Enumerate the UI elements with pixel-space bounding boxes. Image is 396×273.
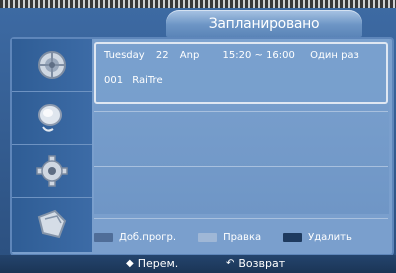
sidebar-item-channel[interactable]: [12, 39, 92, 92]
entry-time: 15:20 ~ 16:00: [222, 50, 295, 61]
sidebar-item-setup[interactable]: [12, 145, 92, 198]
list-divider: [94, 166, 388, 167]
move-label: Перем.: [137, 257, 179, 270]
satellite-dish-icon: [38, 51, 66, 79]
return-hint[interactable]: ↶ Возврат: [226, 257, 285, 270]
sidebar-item-sound[interactable]: [12, 92, 92, 145]
schedule-entry-channel: 001 RaiTre: [104, 75, 169, 86]
entry-month: Anp: [179, 50, 200, 61]
return-icon: ↶: [226, 258, 235, 269]
entry-day: Tuesday: [104, 50, 145, 61]
entry-repeat: Один раз: [310, 50, 359, 61]
blue-key-swatch: [94, 232, 113, 242]
entry-date: 22: [155, 50, 169, 61]
category-sidebar: [12, 39, 92, 252]
top-edge-stripe: [0, 0, 396, 8]
input-icon: [37, 209, 67, 239]
legend-label: Правка: [223, 231, 262, 243]
list-divider: [94, 218, 388, 219]
return-label: Возврат: [238, 257, 286, 270]
schedule-entry-datetime: Tuesday 22 Anp 15:20 ~ 16:00 Один раз: [104, 50, 367, 61]
dpad-icon: ◆: [126, 258, 134, 269]
light-key-swatch: [198, 232, 218, 242]
legend-label: Удалить: [308, 231, 352, 243]
help-bar: ◆ Перем. ↶ Возврат: [0, 255, 396, 273]
entry-channel-number: 001: [104, 75, 124, 86]
color-key-legend: Доб.прогр. Правка Удалить: [94, 224, 389, 250]
legend-add-program[interactable]: Доб.прогр.: [94, 232, 176, 243]
legend-delete[interactable]: Удалить: [283, 232, 352, 243]
list-divider: [94, 111, 388, 112]
gear-icon: [36, 155, 68, 187]
legend-label: Доб.прогр.: [119, 231, 177, 243]
screen-title: Запланировано: [166, 10, 362, 37]
speaker-icon: [38, 104, 62, 132]
entry-channel-name: RaiTre: [132, 75, 163, 86]
legend-edit[interactable]: Правка: [198, 232, 261, 243]
sidebar-item-input[interactable]: [12, 198, 92, 250]
schedule-entry[interactable]: Tuesday 22 Anp 15:20 ~ 16:00 Один раз 00…: [94, 42, 388, 104]
dark-key-swatch: [283, 232, 303, 242]
move-hint: ◆ Перем.: [126, 257, 178, 270]
